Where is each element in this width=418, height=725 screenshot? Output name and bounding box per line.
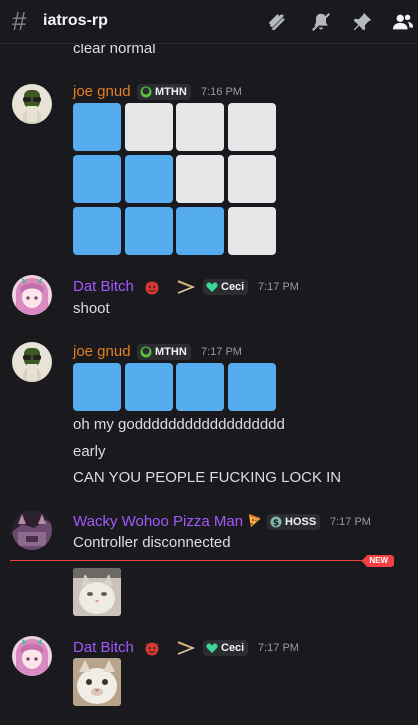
new-badge: NEW [361,555,394,567]
moon-icon [140,346,152,358]
clan-tag[interactable]: MTHN [137,344,191,360]
clan-tag[interactable]: Ceci [203,279,249,295]
username[interactable]: joe gnud [73,82,131,102]
timestamp[interactable]: 7:17 PM [258,642,299,654]
arrow-emoji [176,278,196,296]
grid-tile [125,363,173,411]
arrow-emoji [176,639,196,657]
clan-tag-label: Ceci [221,642,245,654]
pizza-emoji [246,513,262,529]
avatar[interactable] [12,275,52,315]
avatar[interactable] [12,84,52,124]
devil-emoji [144,640,160,656]
username[interactable]: Wacky Wohoo Pizza Man [73,512,243,532]
grid-tile [228,363,276,411]
message-text: clear normal [73,44,156,57]
pin-icon[interactable] [351,11,373,33]
message-text: CAN YOU PEOPLE FUCKING LOCK IN [73,469,342,486]
image-attachment[interactable] [73,658,121,706]
heart-icon [206,642,218,654]
svg-text:$: $ [273,519,279,529]
message-text: Controller disconnected [73,534,231,551]
timestamp[interactable]: 7:17 PM [201,346,242,358]
members-icon[interactable] [392,11,414,33]
mute-bell-icon[interactable] [310,11,332,33]
message-text: early [73,443,106,460]
grid-tile [73,103,121,151]
username[interactable]: joe gnud [73,342,131,362]
clan-tag-label: MTHN [155,346,187,358]
grid-tile [228,155,276,203]
grid-tile [228,103,276,151]
threads-icon[interactable] [266,11,288,33]
avatar[interactable] [12,342,52,382]
avatar[interactable] [12,510,52,550]
timestamp[interactable]: 7:17 PM [258,281,299,293]
dollar-icon: $ [270,516,282,529]
grid-tile [125,103,173,151]
channel-name: iatros-rp [43,12,108,29]
clan-tag-label: HOSS [285,516,317,528]
message-text: oh my godddddddddddddddddd [73,416,285,433]
grid-tile [228,207,276,255]
grid-tile [176,155,224,203]
avatar[interactable] [12,636,52,676]
grid-tile [125,207,173,255]
moon-icon [140,86,152,98]
devil-emoji [144,279,160,295]
message-text: shoot [73,300,110,317]
grid-tile [73,207,121,255]
grid-tile [73,363,121,411]
clan-tag[interactable]: MTHN [137,84,191,100]
channel-header: # iatros-rp [0,0,418,44]
clan-tag[interactable]: $ HOSS [267,514,321,530]
image-attachment[interactable] [73,568,121,616]
grid-tile [125,155,173,203]
grid-tile [176,363,224,411]
clan-tag[interactable]: Ceci [203,640,249,656]
username[interactable]: Dat Bitch [73,638,134,658]
heart-icon [206,281,218,293]
username[interactable]: Dat Bitch [73,277,134,297]
timestamp[interactable]: 7:16 PM [201,86,242,98]
hashtag-icon: # [12,6,27,36]
grid-tile [73,155,121,203]
new-messages-divider [10,560,388,561]
message-list[interactable]: clear normal joe gnud MTHN 7:16 PM Dat B… [0,44,418,725]
clan-tag-label: MTHN [155,86,187,98]
grid-tile [176,103,224,151]
clan-tag-label: Ceci [221,281,245,293]
timestamp[interactable]: 7:17 PM [330,516,371,528]
grid-tile [176,207,224,255]
